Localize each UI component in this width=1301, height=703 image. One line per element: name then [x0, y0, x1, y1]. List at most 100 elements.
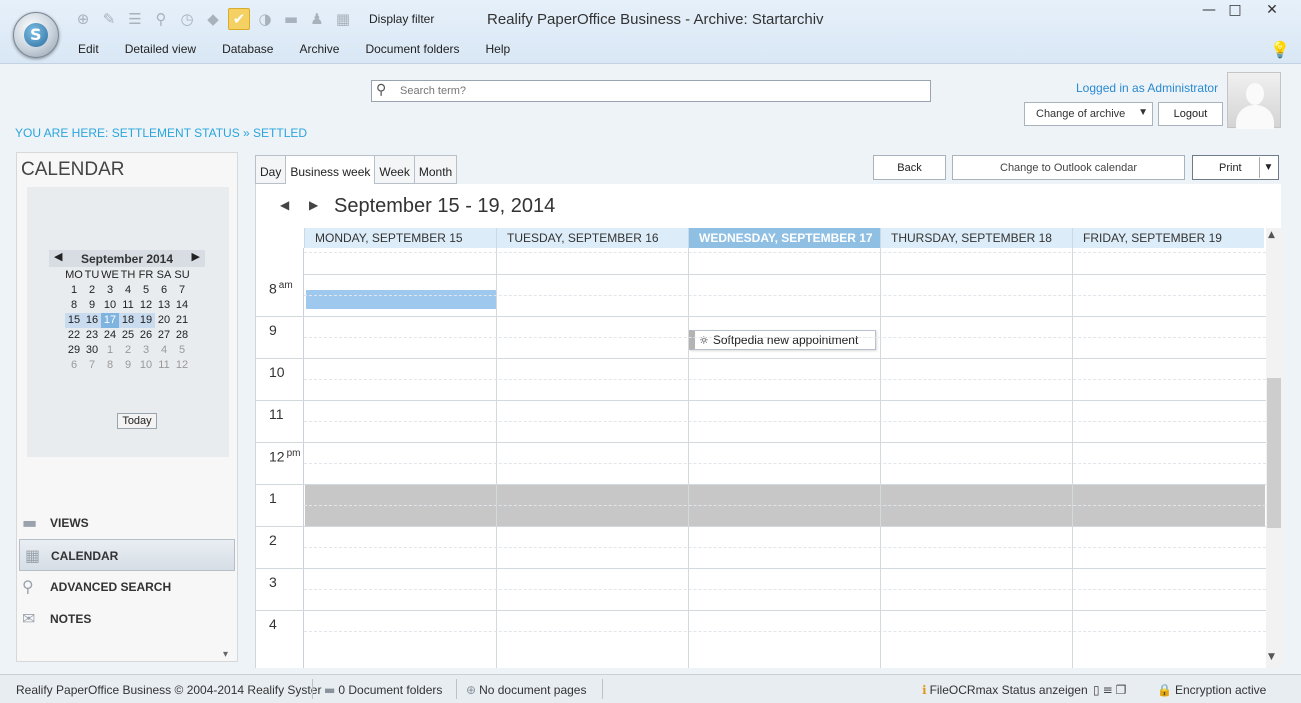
day-header[interactable]: TUESDAY, SEPTEMBER 16: [496, 228, 688, 248]
print-button[interactable]: Print ▼: [1192, 155, 1279, 180]
calendar-icon[interactable]: ▦: [332, 8, 354, 30]
day-cell[interactable]: 1: [101, 343, 119, 358]
chevron-down-icon[interactable]: ▾: [223, 649, 228, 660]
chevron-down-icon[interactable]: ▼: [1259, 157, 1277, 178]
back-button[interactable]: Back: [873, 155, 946, 180]
day-header[interactable]: FRIDAY, SEPTEMBER 19: [1072, 228, 1264, 248]
day-cell[interactable]: 27: [155, 328, 173, 343]
brush-icon[interactable]: ✎: [98, 8, 120, 30]
tag-icon[interactable]: ◆: [202, 8, 224, 30]
day-cell[interactable]: 5: [137, 283, 155, 298]
menu-item[interactable]: Document folders: [365, 42, 459, 56]
day-cell[interactable]: 28: [173, 328, 191, 343]
day-cell[interactable]: 3: [137, 343, 155, 358]
today-button[interactable]: Today: [117, 413, 157, 429]
document-pages-status[interactable]: ⊕ No document pages: [466, 683, 586, 697]
day-cell[interactable]: 6: [65, 358, 83, 373]
text-icon[interactable]: ≡: [1103, 683, 1113, 697]
tab-day[interactable]: Day: [255, 155, 286, 184]
day-cell[interactable]: 22: [65, 328, 83, 343]
day-cell[interactable]: 15: [65, 313, 83, 328]
previous-week-icon[interactable]: ◀: [280, 198, 289, 212]
day-cell[interactable]: 12: [173, 358, 191, 373]
day-cell[interactable]: 7: [83, 358, 101, 373]
clock-icon[interactable]: ◷: [176, 8, 198, 30]
day-cell[interactable]: 3: [101, 283, 119, 298]
tab-week[interactable]: Week: [374, 155, 414, 184]
maximize-button[interactable]: □: [1220, 2, 1250, 22]
pin-icon[interactable]: ⚲: [150, 8, 172, 30]
contrast-icon[interactable]: ◑: [254, 8, 276, 30]
close-button[interactable]: ✕: [1257, 2, 1287, 22]
ocr-status[interactable]: ℹ FileOCRmax Status anzeigen: [922, 683, 1088, 697]
day-cell[interactable]: 17: [101, 313, 119, 328]
nav-item-calendar[interactable]: ▦ CALENDAR: [19, 539, 235, 571]
check-filter-icon[interactable]: ✔: [228, 8, 250, 30]
vertical-scrollbar[interactable]: ▲ ▼: [1266, 228, 1282, 668]
day-cell[interactable]: 8: [101, 358, 119, 373]
scroll-up-icon[interactable]: ▲: [1268, 230, 1275, 240]
day-cell[interactable]: 4: [119, 283, 137, 298]
logout-button[interactable]: Logout: [1158, 102, 1223, 126]
next-week-icon[interactable]: ▶: [309, 198, 318, 212]
day-cell[interactable]: 9: [83, 298, 101, 313]
menu-item[interactable]: Archive: [299, 42, 339, 56]
day-cell[interactable]: 20: [155, 313, 173, 328]
nav-item-advanced-search[interactable]: ⚲ ADVANCED SEARCH: [17, 571, 237, 603]
add-icon[interactable]: ⊕: [72, 8, 94, 30]
outlook-calendar-button[interactable]: Change to Outlook calendar: [952, 155, 1185, 180]
day-cell[interactable]: 10: [101, 298, 119, 313]
day-cell[interactable]: 19: [137, 313, 155, 328]
document-folders-status[interactable]: ▬ 0 Document folders: [324, 683, 442, 697]
day-cell[interactable]: 5: [173, 343, 191, 358]
folder-icon[interactable]: ▬: [280, 8, 302, 30]
nav-item-notes[interactable]: ✉ NOTES: [17, 603, 237, 635]
app-menu-button[interactable]: [13, 12, 59, 58]
day-cell[interactable]: 1: [65, 283, 83, 298]
next-month-icon[interactable]: ▶: [192, 250, 200, 263]
day-cell[interactable]: 11: [119, 298, 137, 313]
logged-in-status[interactable]: Logged in as Administrator: [1076, 81, 1218, 95]
time-grid[interactable]: 8 am 9 10 11 12 pm 1 2 3 4 ☼ Softpedia new appointm…: [256, 248, 1266, 668]
appointment[interactable]: ☼ Softpedia new appointment: [689, 330, 876, 350]
day-cell[interactable]: 6: [155, 283, 173, 298]
search-input[interactable]: [400, 83, 920, 99]
day-cell[interactable]: 12: [137, 298, 155, 313]
list-icon[interactable]: ☰: [124, 8, 146, 30]
day-header[interactable]: WEDNESDAY, SEPTEMBER 17: [688, 228, 880, 248]
display-filter-label[interactable]: Display filter: [369, 12, 434, 26]
day-header[interactable]: MONDAY, SEPTEMBER 15: [304, 228, 496, 248]
person-icon[interactable]: ♟: [306, 8, 328, 30]
day-cell[interactable]: 4: [155, 343, 173, 358]
change-archive-dropdown[interactable]: Change of archive ▼: [1024, 102, 1153, 126]
day-cell[interactable]: 14: [173, 298, 191, 313]
tab-business-week[interactable]: Business week: [285, 155, 375, 184]
tab-month[interactable]: Month: [413, 155, 458, 184]
day-cell[interactable]: 29: [65, 343, 83, 358]
search-box[interactable]: ⚲: [371, 80, 931, 102]
day-cell[interactable]: 9: [119, 358, 137, 373]
menu-item[interactable]: Detailed view: [125, 42, 196, 56]
day-header[interactable]: THURSDAY, SEPTEMBER 18: [880, 228, 1072, 248]
lightbulb-icon[interactable]: 💡: [1270, 40, 1290, 59]
scrollbar-thumb[interactable]: [1267, 378, 1281, 528]
day-cell[interactable]: 13: [155, 298, 173, 313]
day-cell[interactable]: 16: [83, 313, 101, 328]
day-cell[interactable]: 21: [173, 313, 191, 328]
windows-icon[interactable]: ❐: [1116, 683, 1127, 697]
day-cell[interactable]: 18: [119, 313, 137, 328]
day-cell[interactable]: 2: [119, 343, 137, 358]
day-cell[interactable]: 10: [137, 358, 155, 373]
scroll-down-icon[interactable]: ▼: [1268, 652, 1275, 662]
nav-item-views[interactable]: ▬ VIEWS: [17, 507, 237, 539]
day-cell[interactable]: 7: [173, 283, 191, 298]
day-cell[interactable]: 26: [137, 328, 155, 343]
day-cell[interactable]: 8: [65, 298, 83, 313]
menu-item[interactable]: Help: [486, 42, 511, 56]
day-cell[interactable]: 23: [83, 328, 101, 343]
menu-item[interactable]: Database: [222, 42, 273, 56]
day-cell[interactable]: 2: [83, 283, 101, 298]
page-icon[interactable]: ▯: [1093, 683, 1100, 697]
selected-time-slot[interactable]: [306, 290, 497, 309]
day-cell[interactable]: 24: [101, 328, 119, 343]
